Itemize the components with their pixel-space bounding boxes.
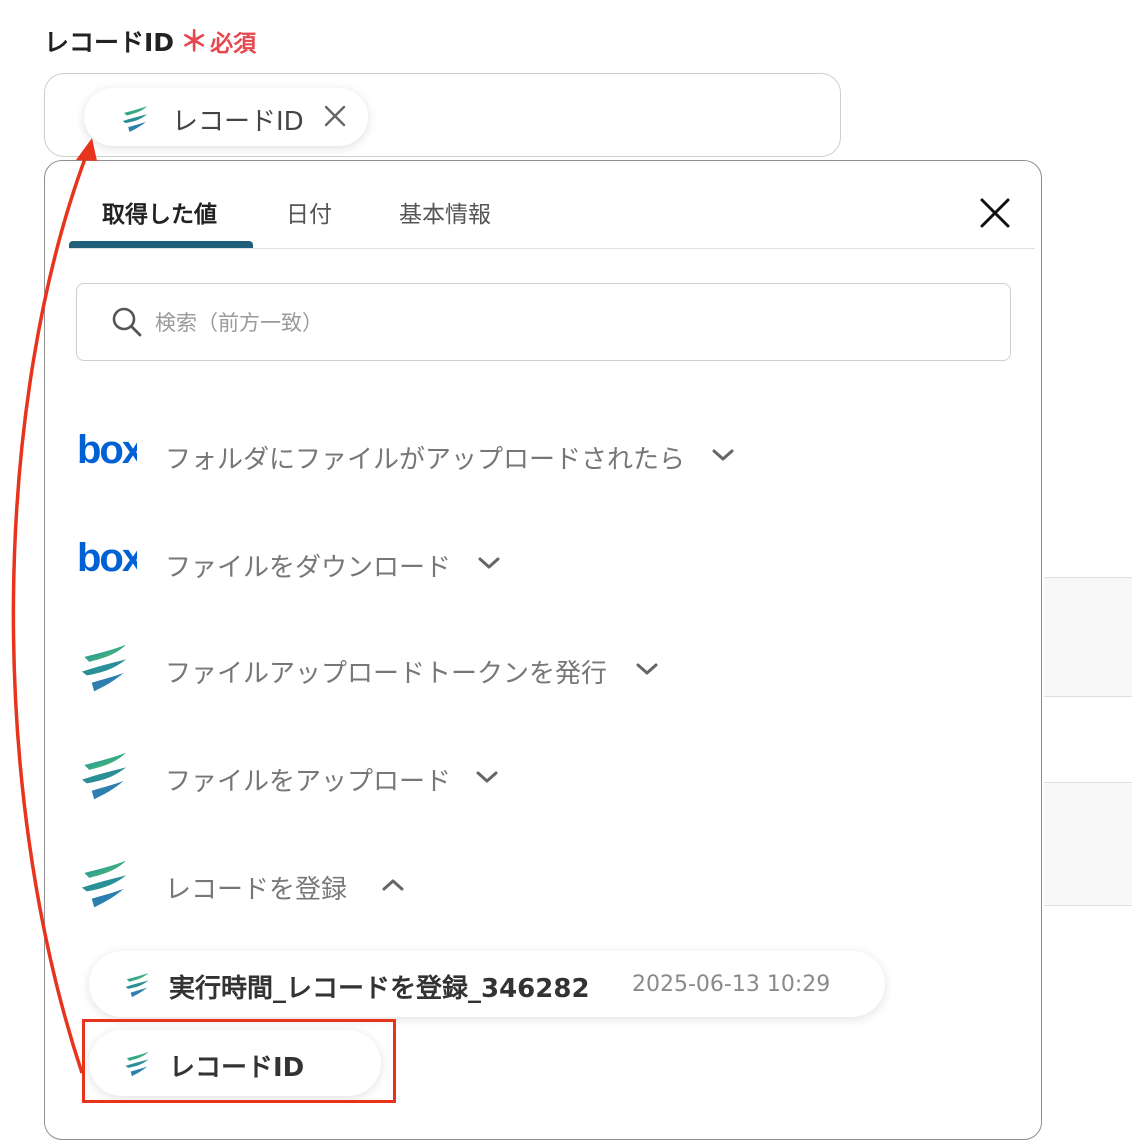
svg-text:box: box <box>77 536 137 580</box>
chevron-up-icon <box>382 879 404 891</box>
yoom-logo-icon <box>77 641 131 695</box>
selected-value-token[interactable]: レコードID <box>84 88 368 146</box>
value-item[interactable]: 実行時間_レコードを登録_346282 2025-06-13 10:29 <box>89 951 885 1017</box>
value-picker-popup: 取得した値 日付 基本情報 box フォルダにファイルがアップロードされたら b… <box>44 160 1042 1140</box>
search-input[interactable] <box>153 302 977 344</box>
group-box-folder-upload[interactable]: box フォルダにファイルがアップロードされたら <box>77 427 747 487</box>
field-label-text: レコードID <box>44 28 175 57</box>
group-box-download[interactable]: box ファイルをダウンロード <box>77 535 507 595</box>
group-label: ファイルをアップロード <box>165 767 452 797</box>
tab-basic-info[interactable]: 基本情報 <box>399 195 491 229</box>
background-panel <box>1044 578 1132 696</box>
background-panel <box>1044 783 1132 905</box>
yoom-logo-icon <box>77 749 131 803</box>
yoom-logo-icon <box>123 971 151 999</box>
token-label: レコードID <box>172 107 304 137</box>
chevron-down-icon <box>636 663 658 675</box>
box-logo-icon: box <box>77 428 137 472</box>
group-label: フォルダにファイルがアップロードされたら <box>165 445 686 475</box>
search-icon <box>112 307 142 337</box>
chevron-down-icon <box>712 449 734 461</box>
svg-text:box: box <box>77 428 137 472</box>
value-item-timestamp: 2025-06-13 10:29 <box>632 972 831 997</box>
group-label: ファイルアップロードトークンを発行 <box>165 659 608 689</box>
background-divider <box>1044 696 1132 697</box>
close-icon[interactable] <box>977 195 1013 231</box>
search-box <box>76 283 1011 361</box>
yoom-logo-icon <box>77 857 131 911</box>
group-label: レコードを登録 <box>165 875 348 905</box>
required-asterisk: ＊ <box>180 25 209 58</box>
remove-token-icon[interactable] <box>322 103 348 129</box>
group-issue-upload-token[interactable]: ファイルアップロードトークンを発行 <box>77 641 667 701</box>
required-text: 必須 <box>210 31 257 57</box>
group-register-record[interactable]: レコードを登録 <box>77 857 417 917</box>
tab-divider <box>69 248 1035 249</box>
tab-acquired-values[interactable]: 取得した値 <box>102 195 217 229</box>
group-upload-file[interactable]: ファイルをアップロード <box>77 749 507 809</box>
group-label: ファイルをダウンロード <box>165 553 452 583</box>
highlight-annotation-box <box>82 1019 396 1103</box>
value-item-name: 実行時間_レコードを登録_346282 <box>169 974 590 1004</box>
yoom-logo-icon <box>120 104 150 134</box>
field-label: レコードID ＊必須 <box>44 20 256 60</box>
box-logo-icon: box <box>77 536 137 580</box>
background-divider <box>1044 905 1132 906</box>
chevron-down-icon <box>478 557 500 569</box>
chevron-down-icon <box>476 771 498 783</box>
tab-date[interactable]: 日付 <box>286 195 332 229</box>
